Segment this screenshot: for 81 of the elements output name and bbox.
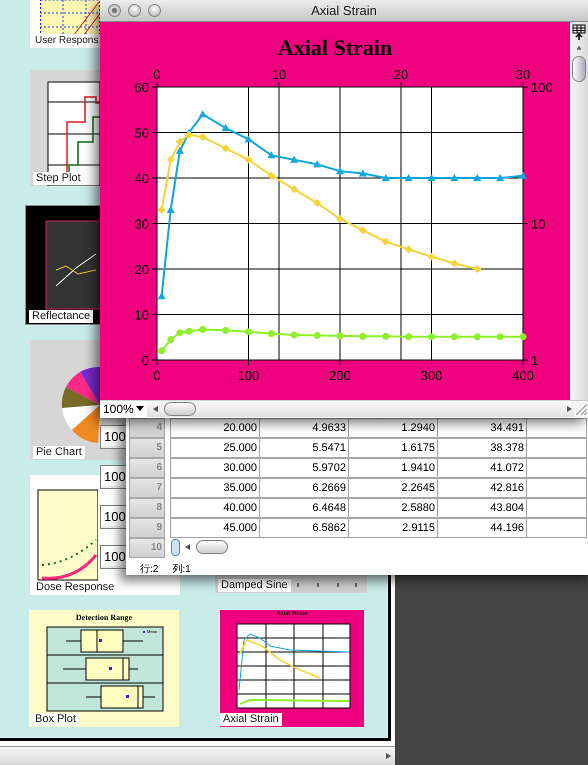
resize-grip-icon[interactable] xyxy=(574,402,588,416)
box-whisker xyxy=(86,686,156,708)
axis-label: 400 xyxy=(512,368,534,383)
thumbnail-label[interactable]: Axial Strain xyxy=(220,713,282,726)
close-button[interactable] xyxy=(108,4,121,17)
vertical-scrollbar[interactable] xyxy=(570,22,588,400)
axis-label: 20 xyxy=(134,262,149,277)
axis-label: 10 xyxy=(134,307,149,322)
table-cell: 6.4648 xyxy=(260,498,349,518)
table-cell: 44.196 xyxy=(438,518,527,538)
minimize-button[interactable] xyxy=(128,4,141,17)
horizontal-scrollbar[interactable] xyxy=(0,746,395,765)
table-cell: 1.2940 xyxy=(349,418,438,438)
mean-marker xyxy=(126,695,129,698)
grid-icon[interactable] xyxy=(572,24,586,40)
axis-label: 20 xyxy=(394,66,408,82)
thumbnail-title: Detection Range xyxy=(74,613,134,622)
table-cell: 6.5862 xyxy=(260,518,349,538)
scroll-thumb[interactable] xyxy=(164,402,196,416)
axis-label: 0 xyxy=(153,66,161,82)
table-cell: 1.9410 xyxy=(349,458,438,478)
scroll-thumb[interactable] xyxy=(572,56,586,82)
axis-label: 0 xyxy=(153,368,161,383)
axis-label: 50 xyxy=(134,125,149,140)
up-arrow-icon[interactable] xyxy=(575,44,583,52)
table-cell: 35.000 xyxy=(170,478,260,498)
mean-marker xyxy=(99,639,102,642)
window-title: Axial Strain xyxy=(311,2,377,18)
thumbnail-label[interactable]: Step Plot xyxy=(33,172,84,185)
axis-label: 30 xyxy=(134,216,149,232)
table-cell: 38.378 xyxy=(438,438,527,458)
data-series-line xyxy=(42,554,98,580)
axis-label: 100 xyxy=(531,80,553,95)
horizontal-scrollbar[interactable] xyxy=(146,401,574,418)
table-cell: 25.000 xyxy=(170,438,260,458)
table-cell: 43.804 xyxy=(438,498,527,518)
axis-label: 30 xyxy=(516,66,530,82)
table-cell: 1.6175 xyxy=(349,438,438,458)
table-cell: 2.5880 xyxy=(349,498,438,518)
table-cell: 6.2669 xyxy=(260,478,349,498)
table-cell: 45.000 xyxy=(170,518,260,538)
left-arrow-icon[interactable] xyxy=(183,542,193,552)
table-cell: 4.9633 xyxy=(260,418,349,438)
table-cell: 41.072 xyxy=(438,458,527,478)
right-arrow-icon[interactable] xyxy=(383,751,393,761)
chart-title: Axial Strain xyxy=(278,34,392,60)
axis-label: 300 xyxy=(420,368,442,383)
table-cell: 5.9702 xyxy=(260,458,349,478)
axis-label: 200 xyxy=(329,368,351,383)
axis-label: 60 xyxy=(134,80,149,95)
table-cell: 40.000 xyxy=(170,498,260,518)
table-cell: 20.000 xyxy=(170,418,260,438)
horizontal-scrollbar[interactable] xyxy=(171,538,228,556)
thumbnail-label[interactable]: Damped Sine xyxy=(218,579,291,592)
scroll-thumb[interactable] xyxy=(196,540,228,554)
table-cell: 30.000 xyxy=(170,458,260,478)
axis-label: 10 xyxy=(272,66,286,82)
zoom-button[interactable] xyxy=(148,4,161,17)
axis-label: 40 xyxy=(134,170,149,186)
table-cell: 2.2645 xyxy=(349,478,438,498)
thumbnail-label[interactable]: Pie Chart xyxy=(33,446,85,459)
table-cell: 42.816 xyxy=(438,478,527,498)
table-cell: 2.9115 xyxy=(349,518,438,538)
mean-marker xyxy=(109,667,112,670)
table-cell: 5.5471 xyxy=(260,438,349,458)
axis-label: 1 xyxy=(531,352,538,368)
caret-icon xyxy=(136,406,144,412)
data-series-line xyxy=(42,539,97,566)
right-arrow-icon[interactable] xyxy=(564,404,574,414)
axis-label: 0 xyxy=(142,352,149,368)
axis-label: 10 xyxy=(531,216,546,232)
legend-marker-icon xyxy=(143,631,145,633)
status-text: 行:2 xyxy=(140,563,158,576)
table-cell: 34.491 xyxy=(438,418,527,438)
status-text: 列:1 xyxy=(172,563,191,576)
split-handle[interactable] xyxy=(171,538,180,556)
axis-label: 100 xyxy=(238,368,260,383)
thumbnail-label[interactable]: Box Plot xyxy=(32,713,79,726)
zoom-dropdown[interactable]: 100% xyxy=(100,400,147,418)
left-arrow-icon[interactable] xyxy=(150,404,161,414)
thumbnail-label[interactable]: Reflectance xyxy=(29,310,94,323)
